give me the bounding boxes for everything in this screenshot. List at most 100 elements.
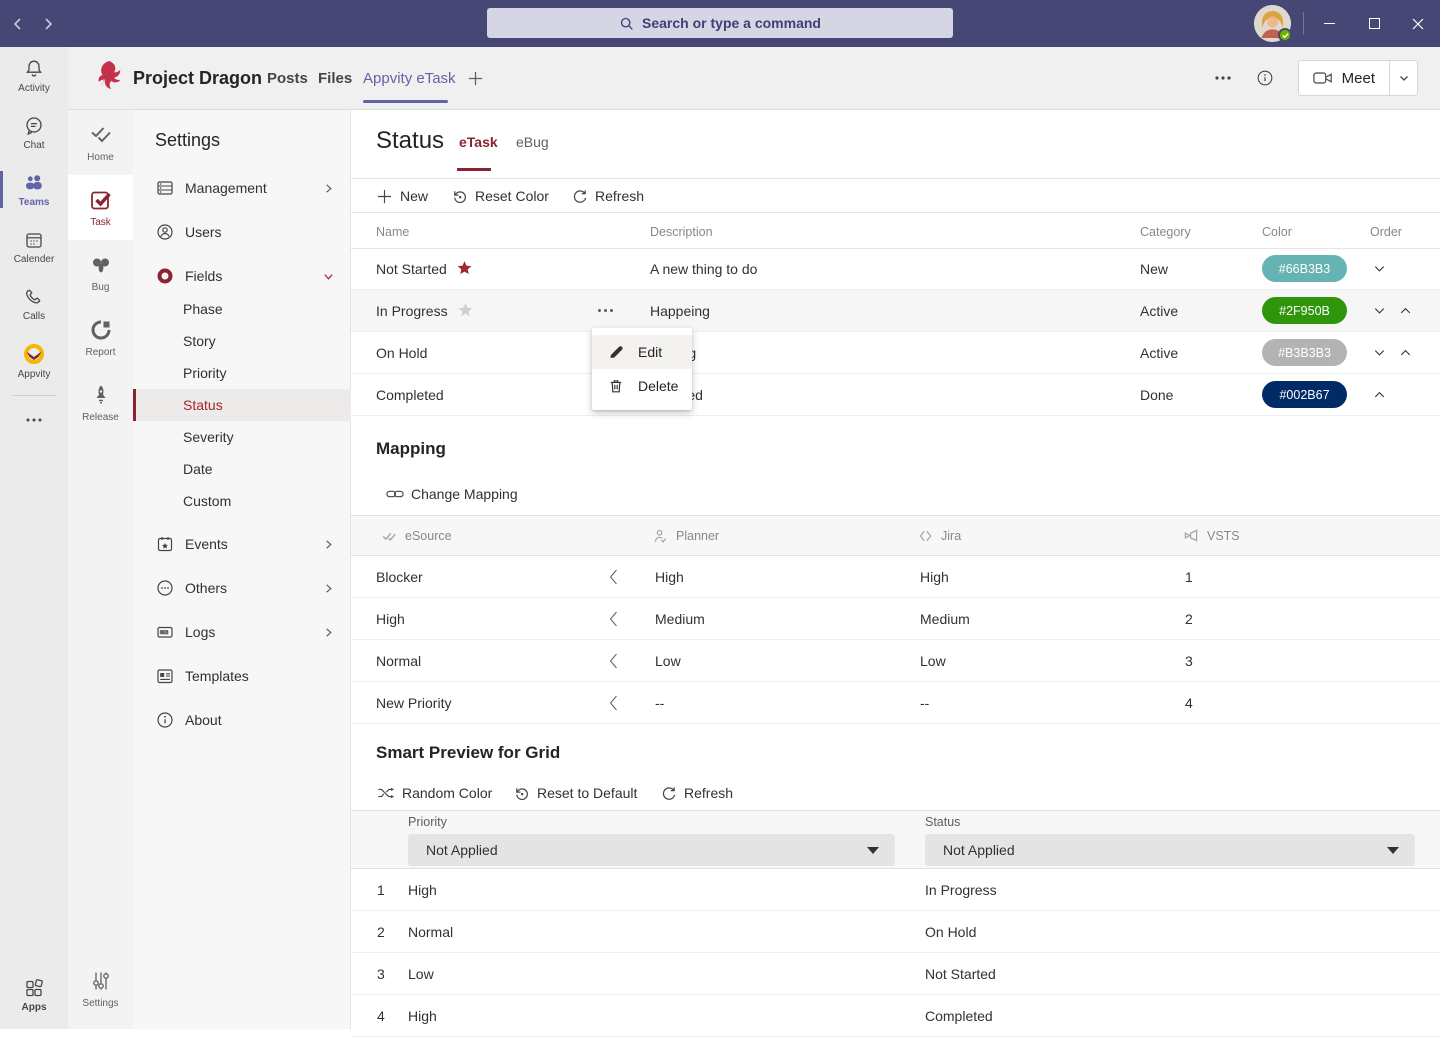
settings-item-templates[interactable]: Templates (133, 654, 351, 698)
change-mapping-button[interactable]: Change Mapping (386, 478, 518, 510)
settings-item-logs[interactable]: LOG Logs (133, 610, 351, 654)
meet-button[interactable]: Meet (1298, 60, 1418, 96)
random-color-button[interactable]: Random Color (377, 777, 492, 809)
info-icon[interactable] (1256, 69, 1274, 87)
mapping-row[interactable]: New Priority -- -- 4 (351, 682, 1440, 724)
priority-dropdown[interactable]: Not Applied (408, 834, 895, 866)
tab-ebug[interactable]: eBug (516, 134, 549, 150)
search-input[interactable]: Search or type a command (487, 8, 953, 38)
preview-row[interactable]: 1 High In Progress (351, 869, 1440, 911)
module-label: Report (85, 347, 115, 358)
new-button[interactable]: New (376, 180, 428, 212)
status-row[interactable]: In Progress Happeing Active #2F950B (351, 290, 1440, 332)
module-item-settings[interactable]: Settings (68, 956, 133, 1021)
close-button[interactable] (1395, 0, 1440, 47)
settings-subitem-severity[interactable]: Severity (133, 421, 351, 453)
settings-subitem-date[interactable]: Date (133, 453, 351, 485)
order-down-icon[interactable] (1372, 290, 1387, 331)
settings-subitem-priority[interactable]: Priority (133, 357, 351, 389)
delete-label: Delete (638, 378, 678, 394)
search-icon (619, 16, 634, 31)
mapping-planner: -- (655, 682, 664, 723)
order-up-icon[interactable] (1372, 374, 1387, 415)
status-dropdown[interactable]: Not Applied (925, 834, 1415, 866)
order-down-icon[interactable] (1372, 332, 1387, 373)
star-outline-icon[interactable] (457, 302, 474, 319)
settings-subitem-custom[interactable]: Custom (133, 485, 351, 517)
reset-to-default-button[interactable]: Reset to Default (513, 777, 637, 809)
rail-item-calls[interactable]: Calls (0, 275, 68, 332)
rail-item-teams[interactable]: Teams (0, 161, 68, 218)
status-row[interactable]: Not Started A new thing to do New #66B3B… (351, 248, 1440, 290)
color-pill[interactable]: #B3B3B3 (1262, 339, 1347, 366)
color-pill[interactable]: #2F950B (1262, 297, 1347, 324)
rail-item-chat[interactable]: Chat (0, 104, 68, 161)
minimize-button[interactable] (1307, 0, 1352, 47)
settings-item-events[interactable]: Events (133, 522, 351, 566)
module-item-home[interactable]: Home (68, 110, 133, 175)
settings-subitem-status[interactable]: Status (133, 389, 351, 421)
preview-status: Not Started (925, 953, 996, 994)
settings-subitem-phase[interactable]: Phase (133, 293, 351, 325)
back-icon[interactable] (10, 16, 26, 32)
settings-item-management[interactable]: Management (133, 166, 351, 210)
mapping-row[interactable]: Normal Low Low 3 (351, 640, 1440, 682)
rail-item-activity[interactable]: Activity (0, 47, 68, 104)
order-up-icon[interactable] (1398, 332, 1413, 373)
color-pill[interactable]: #002B67 (1262, 381, 1347, 408)
order-down-icon[interactable] (1372, 248, 1387, 289)
change-mapping-label: Change Mapping (411, 486, 518, 502)
refresh-button[interactable]: Refresh (571, 180, 644, 212)
preview-row[interactable]: 3 Low Not Started (351, 953, 1440, 995)
angle-left-icon (607, 556, 619, 597)
module-item-release[interactable]: Release (68, 370, 133, 435)
settings-item-others[interactable]: Others (133, 566, 351, 610)
mapping-header-band: eSource Planner Jira VSTS (351, 515, 1440, 556)
preview-num: 3 (377, 953, 385, 994)
rail-more-icon[interactable] (0, 402, 68, 438)
preview-row[interactable]: 4 High Completed (351, 995, 1440, 1037)
reset-color-button[interactable]: Reset Color (451, 180, 549, 212)
module-item-report[interactable]: Report (68, 305, 133, 370)
mapping-row[interactable]: High Medium Medium 2 (351, 598, 1440, 640)
mapping-esource: Normal (376, 640, 421, 681)
settings-item-fields[interactable]: Fields (133, 254, 351, 298)
mapping-row[interactable]: Blocker High High 1 (351, 556, 1440, 598)
priority-filter-label: Priority (408, 815, 447, 829)
module-label: Task (90, 217, 111, 228)
more-options-icon[interactable] (1214, 75, 1232, 81)
color-pill[interactable]: #66B3B3 (1262, 255, 1347, 282)
maximize-button[interactable] (1352, 0, 1397, 47)
tab-posts[interactable]: Posts (267, 47, 308, 109)
star-filled-icon[interactable] (456, 260, 473, 277)
order-up-icon[interactable] (1398, 290, 1413, 331)
minimize-icon (1324, 23, 1335, 24)
rail-item-appvity[interactable]: Appvity (0, 332, 68, 389)
module-label: Bug (92, 282, 110, 293)
preview-row[interactable]: 2 Normal On Hold (351, 911, 1440, 953)
module-item-bug[interactable]: Bug (68, 240, 133, 305)
settings-subitem-story[interactable]: Story (133, 325, 351, 357)
preview-refresh-button[interactable]: Refresh (660, 777, 733, 809)
col-header-name: Name (376, 225, 409, 239)
status-row[interactable]: Completed Finished Done #002B67 (351, 374, 1440, 416)
tab-files[interactable]: Files (318, 47, 352, 109)
context-menu-edit[interactable]: Edit (592, 335, 692, 369)
col-header-jira: Jira (918, 516, 961, 555)
settings-item-about[interactable]: About (133, 698, 351, 742)
meet-dropdown-button[interactable] (1389, 61, 1417, 95)
team-name: Project Dragon (133, 47, 262, 109)
row-more-icon[interactable] (597, 290, 614, 331)
tab-etask[interactable]: eTask (459, 134, 498, 150)
status-row[interactable]: On Hold Waiting Active #B3B3B3 (351, 332, 1440, 374)
add-tab-button[interactable] (466, 47, 485, 109)
rail-label: Appvity (18, 369, 51, 380)
module-item-task[interactable]: Task (68, 175, 133, 240)
rail-item-apps[interactable]: Apps (0, 966, 68, 1023)
phone-icon (23, 286, 45, 308)
settings-item-users[interactable]: Users (133, 210, 351, 254)
forward-icon[interactable] (40, 16, 56, 32)
context-menu-delete[interactable]: Delete (592, 369, 692, 403)
rail-item-calender[interactable]: Calender (0, 218, 68, 275)
preview-status: Completed (925, 995, 993, 1036)
